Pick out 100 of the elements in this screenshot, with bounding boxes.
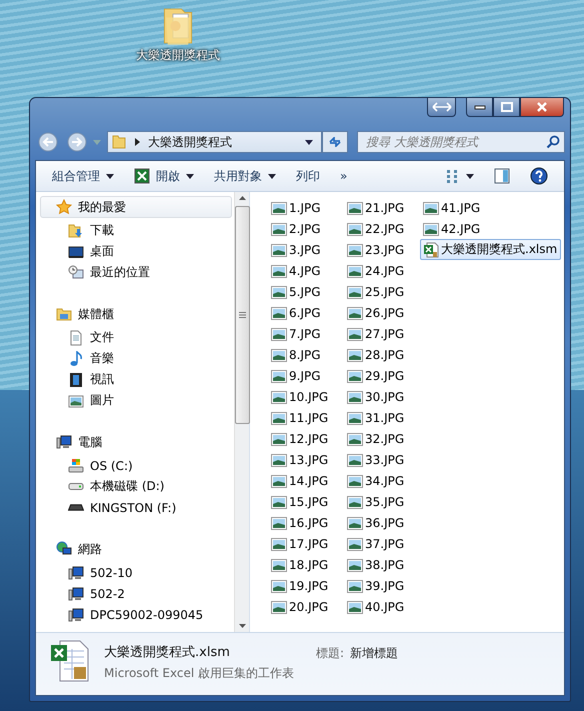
address-path: 大樂透開獎程式 [148, 134, 233, 150]
file-item[interactable]: 30.JPG [344, 386, 418, 407]
image-file-icon [271, 472, 287, 488]
image-file-icon [271, 388, 287, 404]
file-item[interactable]: 9.JPG [268, 365, 342, 386]
image-file-icon [347, 262, 363, 278]
refresh-button[interactable] [322, 131, 348, 153]
nav-item[interactable]: 下載 [40, 220, 232, 241]
file-item[interactable]: 28.JPG [344, 344, 418, 365]
image-file-icon [347, 242, 363, 258]
nav-item[interactable]: 502-10 [40, 562, 232, 583]
nav-item[interactable]: 最近的位置 [40, 262, 232, 283]
file-item[interactable]: 23.JPG [344, 239, 418, 260]
file-item[interactable]: 6.JPG [268, 302, 342, 323]
address-bar[interactable]: 大樂透開獎程式 [107, 131, 322, 153]
file-item[interactable]: 11.JPG [268, 407, 342, 428]
caret-icon [186, 174, 194, 178]
image-file-icon [271, 598, 287, 614]
nav-item[interactable]: 音樂 [40, 348, 232, 369]
image-file-icon [347, 598, 363, 614]
file-item[interactable]: 17.JPG [268, 533, 342, 554]
file-item[interactable]: 大樂透開獎程式.xlsm [420, 239, 562, 260]
file-item[interactable]: 22.JPG [344, 218, 418, 239]
file-item[interactable]: 26.JPG [344, 302, 418, 323]
search-field[interactable]: 搜尋 大樂透開獎程式 [357, 131, 565, 153]
image-file-icon [347, 388, 363, 404]
image-file-icon [347, 452, 363, 468]
close-button[interactable] [520, 98, 564, 117]
nav-item[interactable]: 文件 [40, 327, 232, 348]
computer-icon [68, 606, 84, 622]
title-field[interactable]: 新增標題 [350, 639, 398, 662]
nav-group-item[interactable]: 我的最愛 [40, 196, 232, 218]
file-item[interactable]: 31.JPG [344, 407, 418, 428]
image-file-icon [423, 220, 439, 236]
help-icon [530, 167, 548, 185]
file-item[interactable]: 38.JPG [344, 554, 418, 575]
file-item[interactable]: 19.JPG [268, 575, 342, 596]
file-item[interactable]: 32.JPG [344, 428, 418, 449]
dropdown-caret-icon[interactable] [305, 140, 313, 144]
removable-drive-icon [68, 504, 84, 511]
file-item[interactable]: 42.JPG [420, 218, 562, 239]
nav-group-item[interactable]: 網路 [40, 538, 232, 560]
file-item[interactable]: 39.JPG [344, 575, 418, 596]
file-item[interactable]: 13.JPG [268, 449, 342, 470]
image-file-icon [271, 410, 287, 426]
resize-button[interactable] [427, 98, 456, 117]
nav-group-item[interactable]: 電腦 [40, 431, 232, 453]
image-file-icon [271, 346, 287, 362]
file-item[interactable]: 14.JPG [268, 470, 342, 491]
file-item[interactable]: 18.JPG [268, 554, 342, 575]
file-item[interactable]: 12.JPG [268, 428, 342, 449]
scroll-up-icon[interactable] [238, 196, 246, 200]
file-item[interactable]: 33.JPG [344, 449, 418, 470]
scroll-down-icon[interactable] [238, 624, 246, 628]
file-item[interactable]: 1.JPG [268, 197, 342, 218]
file-item[interactable]: 34.JPG [344, 470, 418, 491]
file-item[interactable]: 41.JPG [420, 197, 562, 218]
nav-item[interactable]: 桌面 [40, 241, 232, 262]
file-item[interactable]: 3.JPG [268, 239, 342, 260]
nav-item[interactable]: KINGSTON (F:) [40, 497, 232, 518]
file-item[interactable]: 7.JPG [268, 323, 342, 344]
file-item[interactable]: 5.JPG [268, 281, 342, 302]
file-item[interactable]: 2.JPG [268, 218, 342, 239]
image-file-icon [347, 514, 363, 530]
image-file-icon [271, 430, 287, 446]
file-item[interactable]: 40.JPG [344, 596, 418, 617]
maximize-button[interactable] [493, 98, 520, 117]
toolbar-button[interactable]: 共用對象 [206, 164, 284, 188]
toolbar-button[interactable]: 開啟 [126, 164, 202, 188]
file-item[interactable]: 15.JPG [268, 491, 342, 512]
toolbar-button[interactable]: » [332, 166, 356, 186]
file-item[interactable]: 25.JPG [344, 281, 418, 302]
toolbar-button[interactable]: 列印 [288, 164, 328, 188]
toolbar-button[interactable]: 組合管理 [44, 164, 122, 188]
file-item[interactable]: 24.JPG [344, 260, 418, 281]
preview-pane-icon [494, 168, 510, 184]
minimize-button[interactable] [466, 98, 493, 117]
file-item[interactable]: 4.JPG [268, 260, 342, 281]
file-item[interactable]: 37.JPG [344, 533, 418, 554]
nav-item[interactable]: 502-2 [40, 583, 232, 604]
image-file-icon [271, 514, 287, 530]
file-item[interactable]: 10.JPG [268, 386, 342, 407]
file-item[interactable]: 36.JPG [344, 512, 418, 533]
nav-item[interactable]: DPC59002-099045 [40, 604, 232, 625]
image-file-icon [271, 368, 287, 384]
file-item[interactable]: 29.JPG [344, 365, 418, 386]
music-note-icon [68, 350, 84, 366]
file-item[interactable]: 35.JPG [344, 491, 418, 512]
nav-item[interactable]: OS (C:) [40, 455, 232, 476]
file-item[interactable]: 16.JPG [268, 512, 342, 533]
file-item[interactable]: 21.JPG [344, 197, 418, 218]
nav-item[interactable]: 本機磁碟 (D:) [40, 476, 232, 497]
nav-group-item[interactable]: 媒體櫃 [40, 303, 232, 325]
scrollbar-thumb[interactable] [234, 206, 250, 424]
nav-item[interactable]: 圖片 [40, 390, 232, 411]
excel-icon [134, 168, 150, 184]
nav-item[interactable]: 視訊 [40, 369, 232, 390]
file-item[interactable]: 27.JPG [344, 323, 418, 344]
file-item[interactable]: 8.JPG [268, 344, 342, 365]
file-item[interactable]: 20.JPG [268, 596, 342, 617]
